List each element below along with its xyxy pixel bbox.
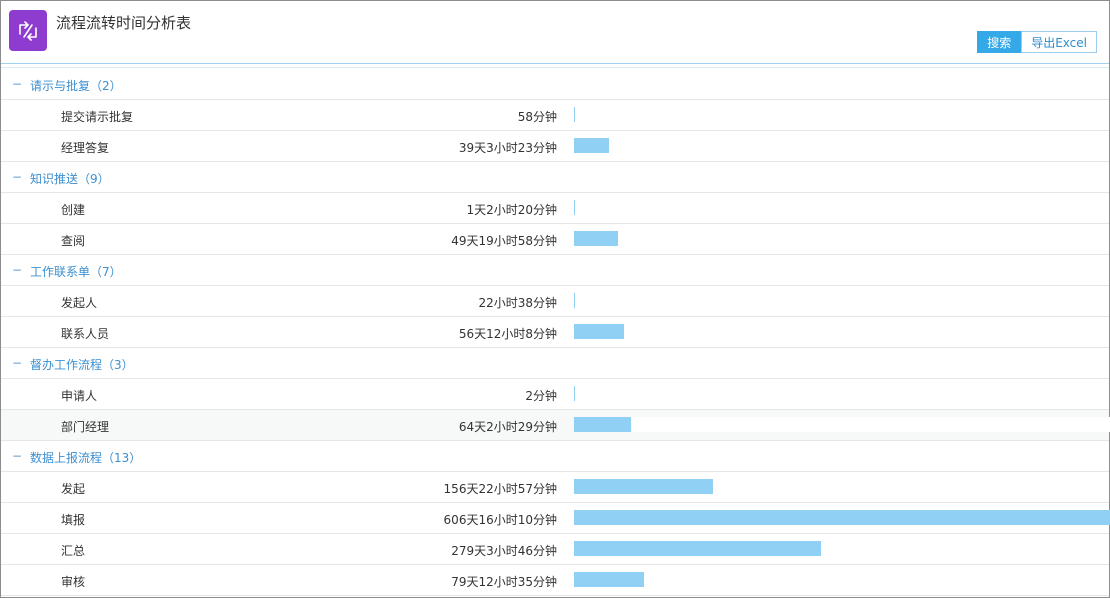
table-row: 提交请示批复 58分钟	[1, 100, 1109, 131]
step-name: 查阅	[61, 234, 86, 248]
group-row[interactable]: − 督办工作流程（3）	[1, 348, 1109, 379]
step-name: 发起人	[61, 296, 98, 310]
table-row: 汇总 279天3小时46分钟	[1, 534, 1109, 565]
step-duration: 64天2小时29分钟	[458, 420, 557, 434]
collapse-minus-icon[interactable]: −	[12, 356, 22, 370]
group-label: 数据上报流程（13）	[30, 451, 142, 465]
duration-bar	[574, 138, 609, 153]
process-time-list: − 请示与批复（2） 提交请示批复 58分钟 经理答复 39天3小时23分钟 − 知识推送（9…	[1, 69, 1110, 596]
table-row: 申请人 2分钟	[1, 379, 1109, 410]
page-title: 流程流转时间分析表	[56, 14, 192, 32]
table-row: 查阅 49天19小时58分钟	[1, 224, 1109, 255]
table-row: 发起 156天22小时57分钟	[1, 472, 1109, 503]
step-name: 创建	[61, 203, 86, 217]
step-name: 发起	[61, 482, 86, 496]
duration-bar	[574, 107, 575, 122]
collapse-minus-icon[interactable]: −	[12, 170, 22, 184]
table-row: 经理答复 39天3小时23分钟	[1, 131, 1109, 162]
step-duration: 22小时38分钟	[478, 296, 557, 310]
collapse-minus-icon[interactable]: −	[12, 263, 22, 277]
duration-bar-track	[574, 138, 1110, 153]
step-name: 提交请示批复	[61, 110, 134, 124]
group-label: 知识推送（9）	[30, 172, 110, 186]
duration-bar	[574, 200, 575, 215]
duration-bar-track	[574, 417, 1110, 432]
group-label: 督办工作流程（3）	[30, 358, 134, 372]
table-row: 创建 1天2小时20分钟	[1, 193, 1109, 224]
step-name: 经理答复	[61, 141, 110, 155]
group-label: 请示与批复（2）	[30, 79, 122, 93]
duration-bar-track	[574, 293, 1110, 308]
duration-bar-track	[574, 200, 1110, 215]
step-duration: 56天12小时8分钟	[458, 327, 557, 341]
duration-bar-track	[574, 324, 1110, 339]
step-duration: 39天3小时23分钟	[458, 141, 557, 155]
header: 流程流转时间分析表 搜索 导出Excel	[1, 1, 1109, 63]
group-label: 工作联系单（7）	[30, 265, 122, 279]
duration-bar-track	[574, 386, 1110, 401]
group-row[interactable]: − 数据上报流程（13）	[1, 441, 1109, 472]
duration-bar-track	[574, 541, 1110, 556]
toolbar: 搜索 导出Excel	[977, 31, 1097, 53]
duration-bar-track	[574, 572, 1110, 587]
refresh-arrows-icon	[9, 10, 47, 51]
step-duration: 2分钟	[525, 389, 557, 403]
export-excel-button[interactable]: 导出Excel	[1021, 31, 1097, 53]
duration-bar	[574, 417, 631, 432]
step-duration: 79天12小时35分钟	[451, 575, 557, 589]
duration-bar-track	[574, 510, 1110, 525]
step-name: 审核	[61, 575, 86, 589]
table-row: 发起人 22小时38分钟	[1, 286, 1109, 317]
step-duration: 58分钟	[517, 110, 557, 124]
duration-bar	[574, 386, 575, 401]
step-name: 汇总	[61, 544, 86, 558]
duration-bar	[574, 510, 1110, 525]
table-row: 填报 606天16小时10分钟	[1, 503, 1110, 534]
duration-bar	[574, 231, 618, 246]
step-duration: 606天16小时10分钟	[443, 513, 557, 527]
header-divider	[1, 63, 1109, 68]
collapse-minus-icon[interactable]: −	[12, 449, 22, 463]
duration-bar-track	[574, 479, 1110, 494]
step-duration: 1天2小时20分钟	[466, 203, 557, 217]
group-row[interactable]: − 工作联系单（7）	[1, 255, 1109, 286]
duration-bar	[574, 293, 575, 308]
collapse-minus-icon[interactable]: −	[12, 77, 22, 91]
step-name: 联系人员	[61, 327, 110, 341]
step-name: 填报	[61, 513, 86, 527]
duration-bar	[574, 324, 624, 339]
table-row: 部门经理 64天2小时29分钟	[1, 410, 1110, 441]
table-row: 联系人员 56天12小时8分钟	[1, 317, 1109, 348]
duration-bar-track	[574, 231, 1110, 246]
group-row[interactable]: − 请示与批复（2）	[1, 69, 1109, 100]
step-duration: 156天22小时57分钟	[443, 482, 557, 496]
step-duration: 49天19小时58分钟	[451, 234, 557, 248]
group-row[interactable]: − 知识推送（9）	[1, 162, 1109, 193]
step-name: 申请人	[61, 389, 98, 403]
duration-bar	[574, 541, 821, 556]
duration-bar	[574, 479, 713, 494]
duration-bar-track	[574, 107, 1110, 122]
table-row: 审核 79天12小时35分钟	[1, 565, 1109, 596]
duration-bar	[574, 572, 644, 587]
step-duration: 279天3小时46分钟	[451, 544, 557, 558]
search-button[interactable]: 搜索	[977, 31, 1022, 53]
step-name: 部门经理	[61, 420, 110, 434]
